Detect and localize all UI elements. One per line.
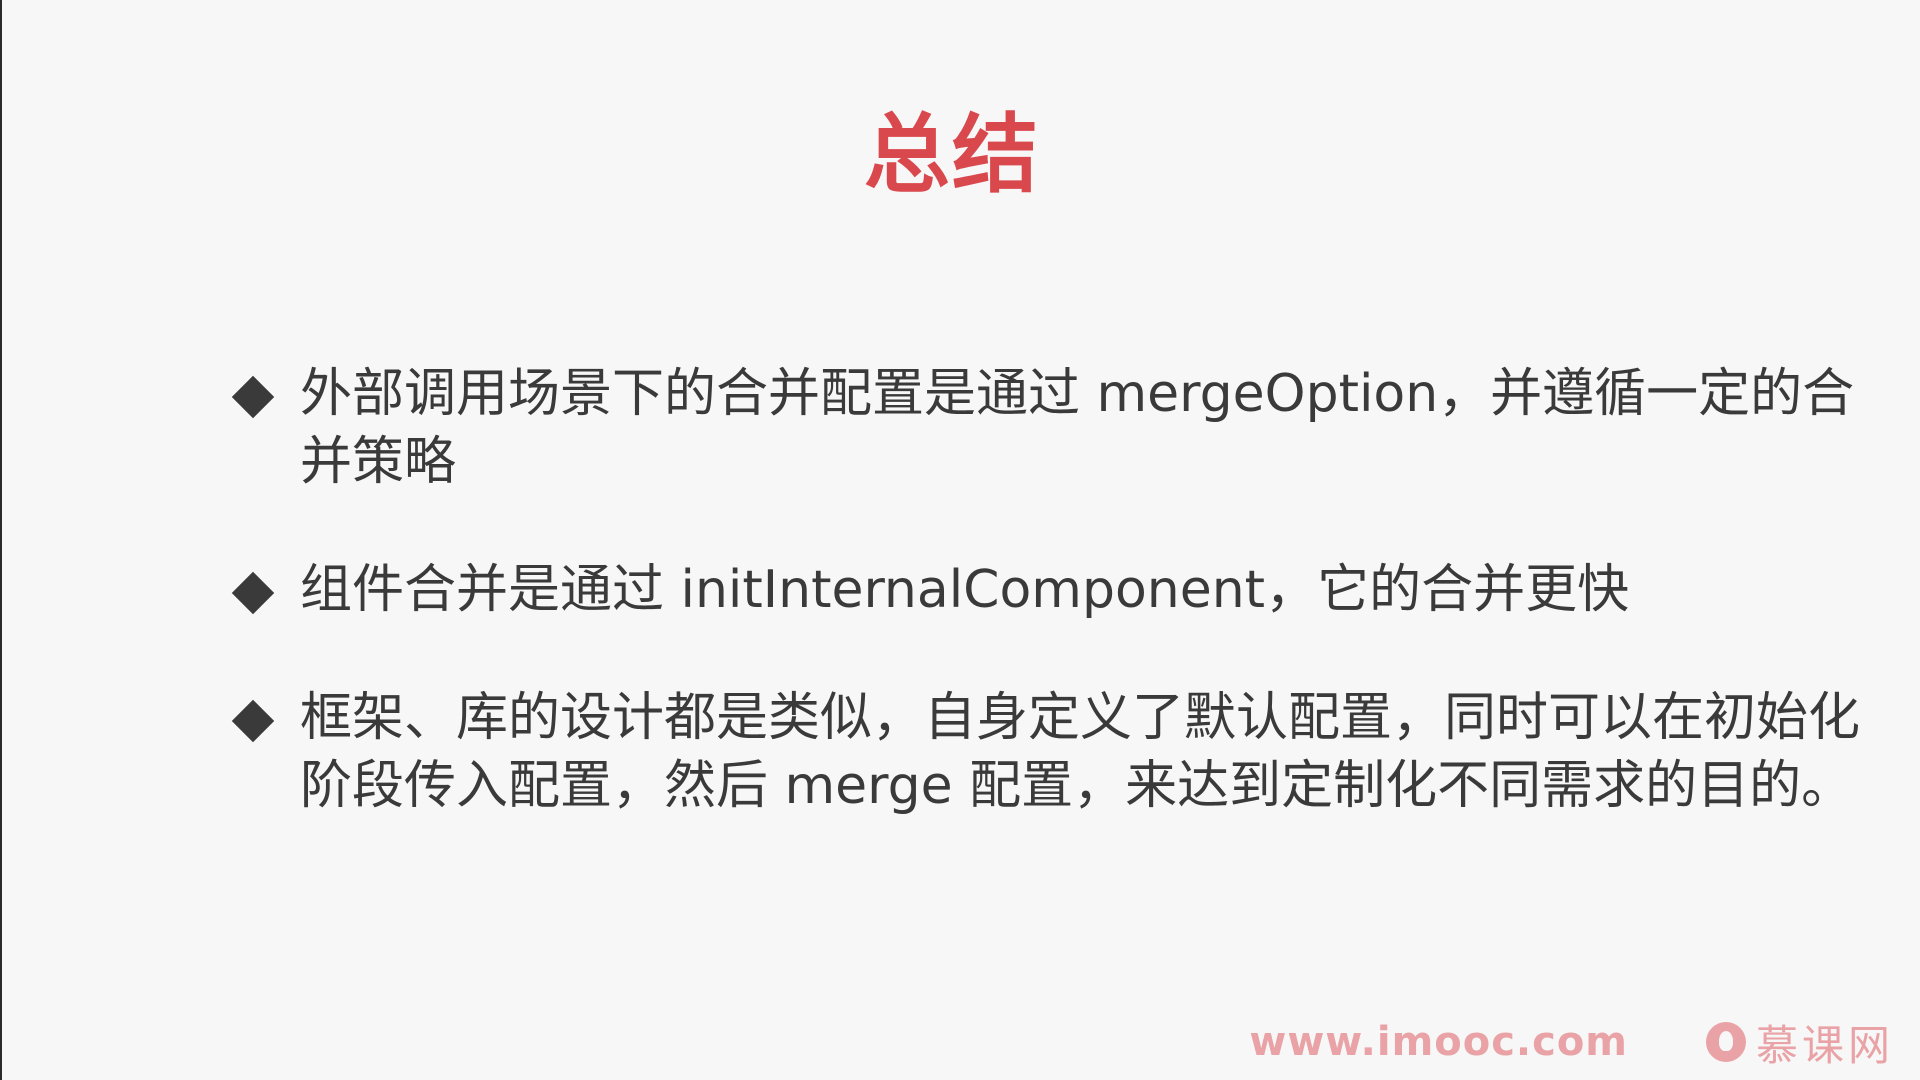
imooc-flame-logo-icon <box>1705 1022 1746 1062</box>
slide: 总结 外部调用场景下的合并配置是通过 mergeOption，并遵循一定的合并策… <box>0 0 1920 1080</box>
diamond-bullet-icon <box>231 571 275 615</box>
watermark: www.imooc.com 慕课网 <box>1249 1012 1894 1072</box>
bullet-item: 组件合并是通过 initInternalComponent，它的合并更快 <box>231 556 1902 624</box>
bullet-text: 框架、库的设计都是类似，自身定义了默认配置，同时可以在初始化阶段传入配置，然后 … <box>300 688 1861 816</box>
diamond-bullet-icon <box>231 375 275 419</box>
bullet-item: 外部调用场景下的合并配置是通过 mergeOption，并遵循一定的合并策略 <box>231 360 1902 496</box>
diamond-bullet-icon <box>231 699 275 743</box>
bullet-item: 框架、库的设计都是类似，自身定义了默认配置，同时可以在初始化阶段传入配置，然后 … <box>231 684 1902 820</box>
bullet-list: 外部调用场景下的合并配置是通过 mergeOption，并遵循一定的合并策略 组… <box>231 360 1902 820</box>
watermark-url: www.imooc.com <box>1249 1019 1628 1065</box>
bullet-text: 组件合并是通过 initInternalComponent，它的合并更快 <box>300 560 1630 620</box>
bullet-text: 外部调用场景下的合并配置是通过 mergeOption，并遵循一定的合并策略 <box>300 364 1855 492</box>
watermark-brand: 慕课网 <box>1755 1020 1894 1070</box>
slide-title: 总结 <box>864 105 1040 205</box>
